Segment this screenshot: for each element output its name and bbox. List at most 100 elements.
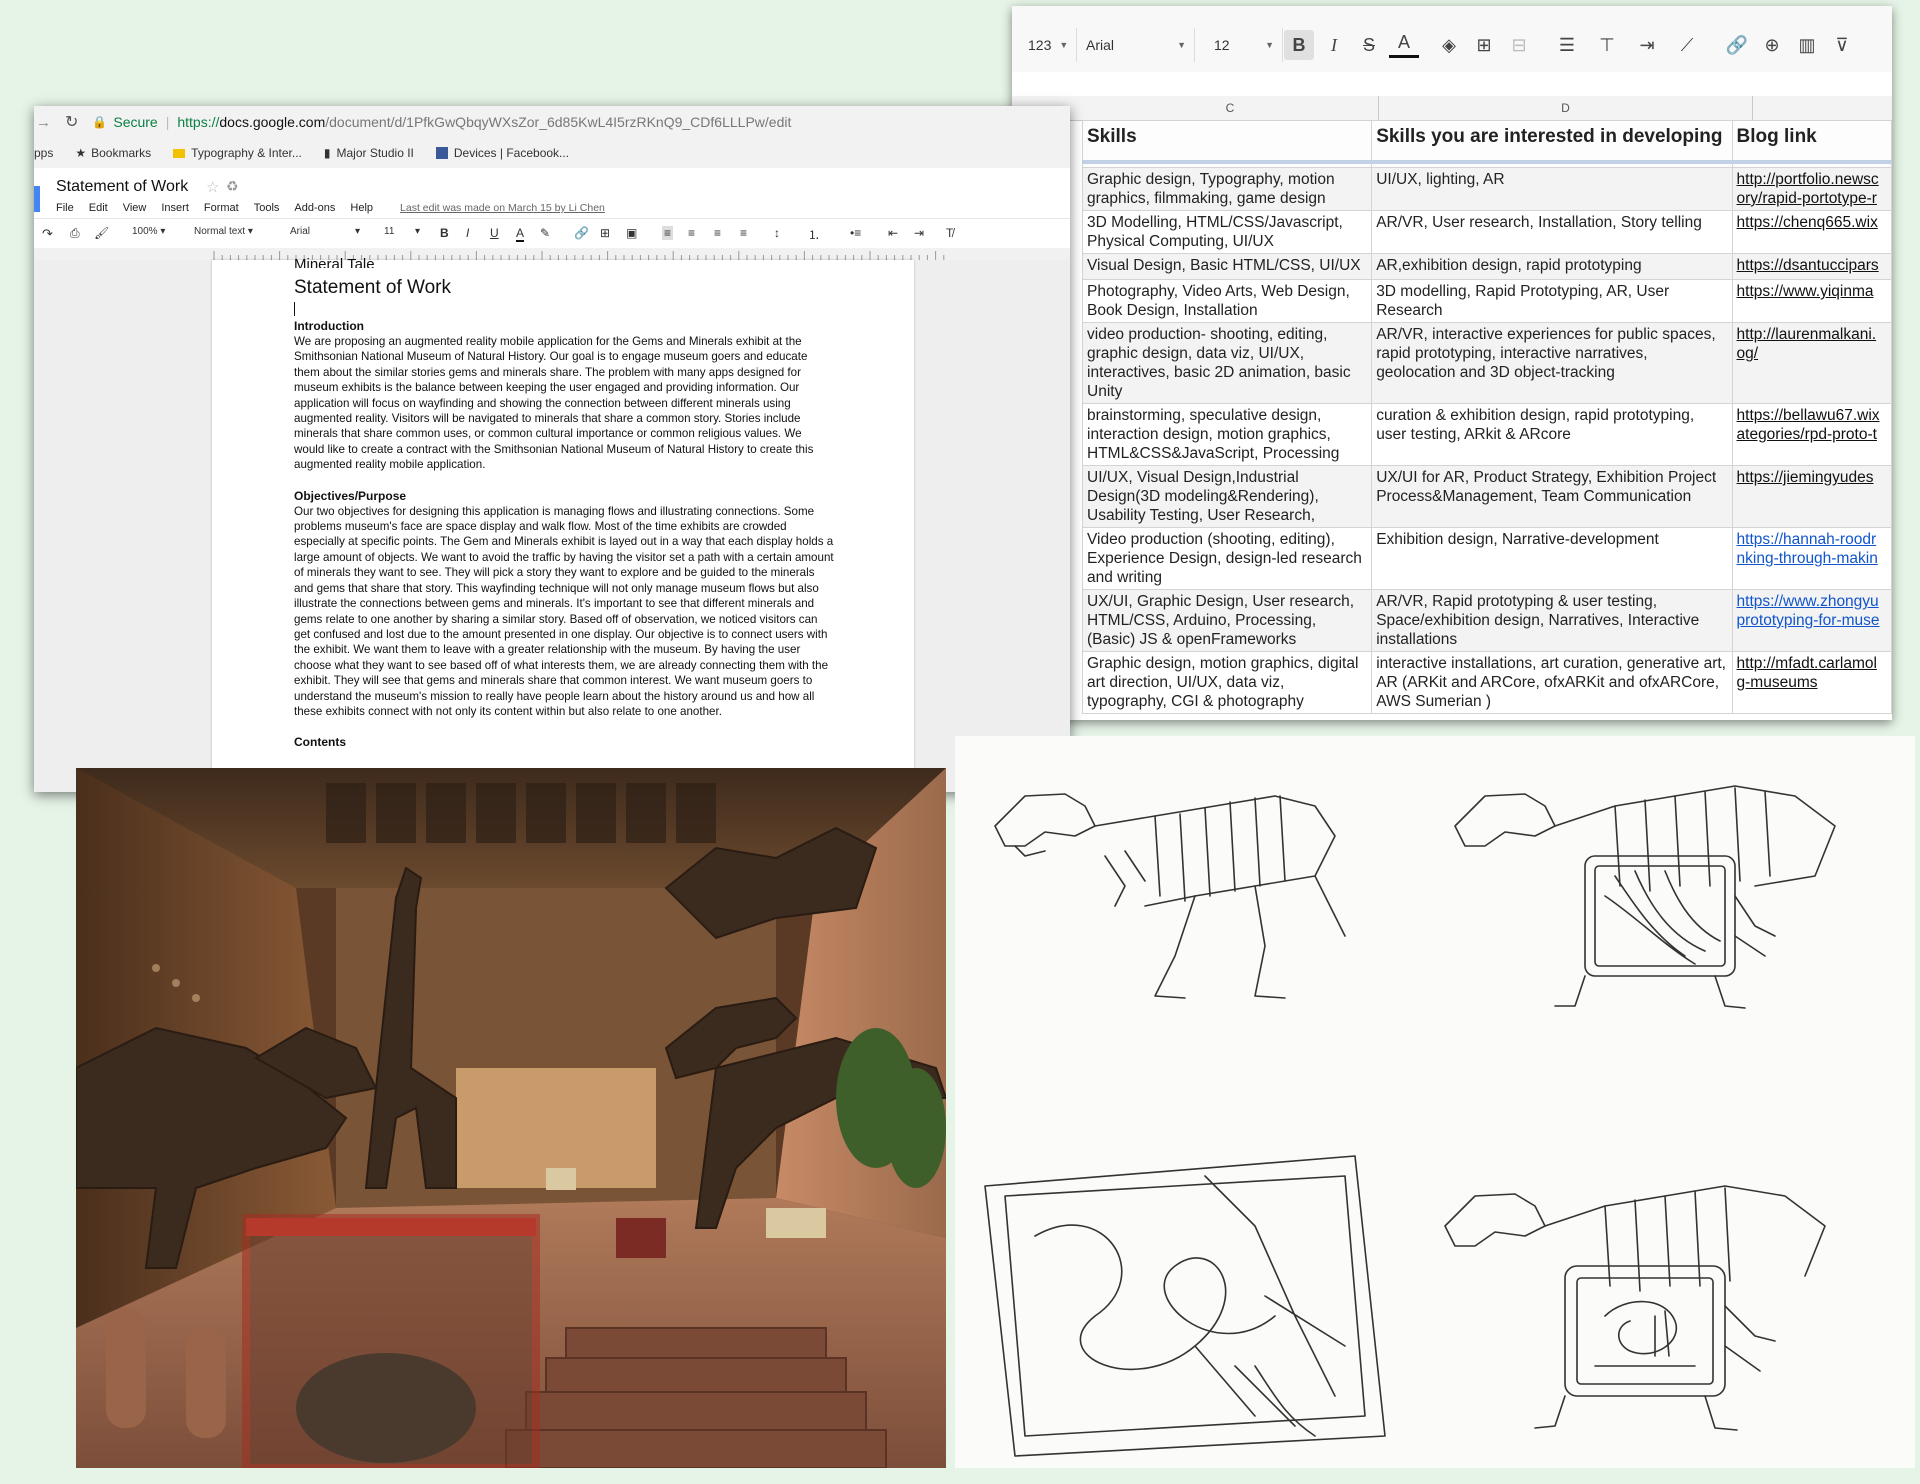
menu-insert[interactable]: Insert (161, 202, 189, 214)
blog-link[interactable]: https://hannah-roodr nking-through-makin (1737, 531, 1878, 567)
bookmark-apps[interactable]: pps (34, 146, 53, 160)
cell-skills[interactable]: Photography, Video Arts, Web Design, Boo… (1081, 279, 1373, 323)
cell-skills[interactable]: UX/UI, Graphic Design, User research, HT… (1081, 589, 1373, 652)
cell-developing[interactable]: Exhibition design, Narrative-development (1371, 527, 1733, 590)
align-center-icon[interactable]: ≡ (688, 226, 695, 240)
strikethrough-icon[interactable]: S (1354, 30, 1384, 60)
number-format-select[interactable]: 123 ▼ (1020, 28, 1078, 62)
cell-developing[interactable]: AR,exhibition design, rapid prototyping (1371, 253, 1733, 280)
cell-blog-link[interactable]: https://www.zhongyu prototyping-for-muse (1731, 589, 1892, 652)
decrease-indent-icon[interactable]: ⇤ (888, 226, 898, 240)
menu-format[interactable]: Format (204, 202, 239, 214)
text-rotate-icon[interactable]: ⟋ (1672, 30, 1702, 60)
menu-addons[interactable]: Add-ons (294, 202, 335, 214)
cell-skills[interactable]: UI/UX, Visual Design,Industrial Design(3… (1081, 465, 1373, 528)
cell-developing[interactable]: UX/UI for AR, Product Strategy, Exhibiti… (1371, 465, 1733, 528)
last-edit-link[interactable]: Last edit was made on March 15 by Li Che… (400, 202, 605, 214)
document-page[interactable]: Mineral Tale Statement of Work Introduct… (212, 258, 914, 792)
align-left-icon[interactable]: ☰ (1552, 30, 1582, 60)
menu-view[interactable]: View (123, 202, 147, 214)
blog-link[interactable]: https://www.zhongyu prototyping-for-muse (1737, 593, 1880, 629)
redo-icon[interactable]: ↷ (42, 226, 53, 242)
cell-blog-link[interactable]: https://jiemingyudes (1731, 465, 1892, 528)
text-wrap-icon[interactable]: ⇥ (1632, 30, 1662, 60)
cell-skills[interactable]: Visual Design, Basic HTML/CSS, UI/UX (1081, 253, 1373, 280)
numbered-list-icon[interactable]: ⒈ (808, 226, 820, 243)
blog-link[interactable]: https://jiemingyudes (1737, 469, 1874, 486)
align-right-icon[interactable]: ≡ (714, 226, 721, 240)
blog-link[interactable]: https://www.yiqinma (1737, 283, 1874, 300)
cell-blog-link[interactable]: http://mfadt.carlamol g-museums (1731, 651, 1892, 714)
cell-blog-link[interactable]: https://chenq665.wix (1731, 210, 1892, 254)
text-color-icon[interactable]: A (1389, 30, 1419, 58)
italic-icon[interactable]: I (1319, 30, 1349, 60)
cell-skills[interactable]: video production- shooting, editing, gra… (1081, 322, 1373, 404)
cell-developing[interactable]: UI/UX, lighting, AR (1371, 167, 1733, 211)
docs-logo[interactable] (34, 186, 40, 212)
comment-icon[interactable]: ⊞ (600, 226, 610, 240)
image-icon[interactable]: ▣ (626, 226, 637, 240)
bookmark-major-studio[interactable]: ▮ Major Studio II (324, 146, 414, 160)
cell-developing[interactable]: curation & exhibition design, rapid prot… (1371, 403, 1733, 466)
document-body[interactable]: Mineral Tale Statement of Work Introduct… (294, 258, 834, 750)
cell-developing[interactable]: 3D modelling, Rapid Prototyping, AR, Use… (1371, 279, 1733, 323)
font-size-select[interactable]: 11 ▾ (384, 226, 420, 237)
paint-format-icon[interactable]: 🖌 (94, 226, 109, 240)
blog-link[interactable]: http://portfolio.newsc ory/rapid-portoty… (1737, 171, 1879, 207)
fill-color-icon[interactable]: ◈ (1434, 30, 1464, 60)
font-size-select[interactable]: 12 ▼ (1206, 28, 1283, 62)
underline-icon[interactable]: U (490, 226, 499, 240)
cell-skills[interactable]: brainstorming, speculative design, inter… (1081, 403, 1373, 466)
italic-icon[interactable]: I (466, 226, 469, 240)
cell-blog-link[interactable]: http://portfolio.newsc ory/rapid-portoty… (1731, 167, 1892, 211)
highlight-icon[interactable]: ✎ (540, 226, 550, 240)
align-left-icon[interactable]: ≡ (662, 226, 674, 240)
browser-url-bar[interactable]: → ↻ 🔒 Secure | https://docs.google.com/d… (34, 106, 1070, 139)
cell-blog-link[interactable]: https://dsantuccipars (1731, 253, 1892, 280)
filter-icon[interactable]: ⊽ (1827, 30, 1857, 60)
line-spacing-icon[interactable]: ↕ (774, 226, 780, 240)
blog-link[interactable]: https://chenq665.wix (1737, 214, 1878, 231)
borders-icon[interactable]: ⊞ (1469, 30, 1499, 60)
menu-file[interactable]: File (56, 202, 74, 214)
font-select[interactable]: Arial ▼ (1078, 28, 1195, 62)
cell-skills[interactable]: Video production (shooting, editing), Ex… (1081, 527, 1373, 590)
link-icon[interactable]: 🔗 (1722, 30, 1752, 60)
merge-icon[interactable]: ⊟ (1504, 30, 1534, 60)
bookmark-bookmarks[interactable]: ★ Bookmarks (75, 146, 151, 160)
cell-blog-link[interactable]: https://www.yiqinma (1731, 279, 1892, 323)
star-document-icon[interactable]: ☆ (206, 178, 219, 196)
zoom-select[interactable]: 100% ▾ (132, 226, 165, 237)
column-header-e[interactable] (1753, 96, 1892, 121)
menu-help[interactable]: Help (350, 202, 373, 214)
cell-blog-link[interactable]: https://hannah-roodr nking-through-makin (1731, 527, 1892, 590)
formula-bar[interactable] (1012, 72, 1892, 97)
print-icon[interactable]: ⎙ (70, 226, 80, 241)
text-color-icon[interactable]: A (516, 226, 525, 242)
move-folder-icon[interactable]: ♻ (226, 178, 239, 195)
clear-formatting-icon[interactable]: T̸ (946, 226, 953, 240)
font-select[interactable]: Arial ▾ (290, 226, 360, 237)
cell-blog-link[interactable]: http://laurenmalkani. og/ (1731, 322, 1892, 404)
cell-skills[interactable]: Graphic design, motion graphics, digital… (1081, 651, 1373, 714)
blog-link[interactable]: https://bellawu67.wix ategories/rpd-prot… (1737, 407, 1880, 443)
cell-developing[interactable]: AR/VR, User research, Installation, Stor… (1371, 210, 1733, 254)
document-title[interactable]: Statement of Work (56, 178, 188, 196)
menu-edit[interactable]: Edit (89, 202, 108, 214)
cell-developing[interactable]: AR/VR, Rapid prototyping & user testing,… (1371, 589, 1733, 652)
bold-icon[interactable]: B (1284, 30, 1314, 60)
blog-link[interactable]: http://mfadt.carlamol g-museums (1737, 655, 1877, 691)
url-text[interactable]: https://docs.google.com/document/d/1PfkG… (177, 114, 791, 130)
blog-link[interactable]: http://laurenmalkani. og/ (1737, 326, 1877, 362)
forward-arrow-icon[interactable]: → (36, 114, 51, 131)
cell-developing[interactable]: AR/VR, interactive experiences for publi… (1371, 322, 1733, 404)
link-icon[interactable]: 🔗 (574, 226, 589, 240)
cell-skills[interactable]: Graphic design, Typography, motion graph… (1081, 167, 1373, 211)
cell-developing[interactable]: interactive installations, art curation,… (1371, 651, 1733, 714)
menu-tools[interactable]: Tools (254, 202, 280, 214)
cell-blog-link[interactable]: https://bellawu67.wix ategories/rpd-prot… (1731, 403, 1892, 466)
cell-skills[interactable]: 3D Modelling, HTML/CSS/Javascript, Physi… (1081, 210, 1373, 254)
bold-icon[interactable]: B (440, 226, 449, 240)
column-header-c[interactable]: C (1082, 96, 1379, 121)
blog-link[interactable]: https://dsantuccipars (1737, 257, 1879, 274)
